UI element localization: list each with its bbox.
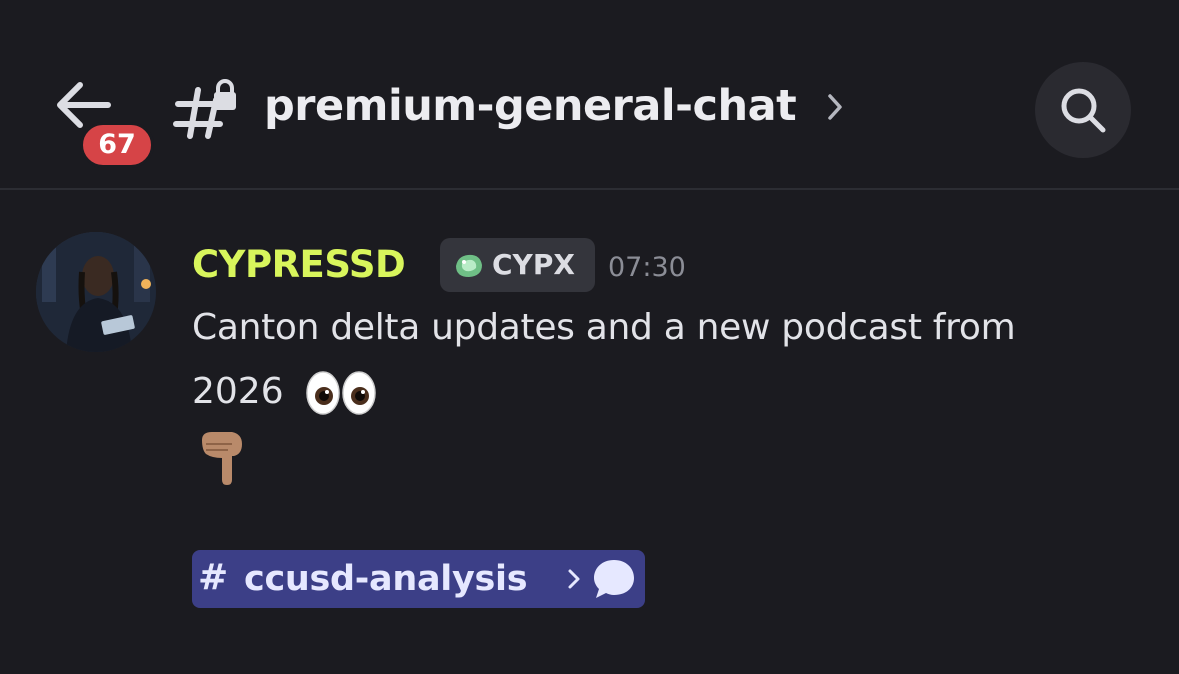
locked-hashtag-icon [173,79,236,139]
pointing-down-emoji [202,432,242,485]
server-tag[interactable]: CYPX [440,238,595,292]
server-tag-label: CYPX [492,248,575,281]
avatar-illustration [36,232,156,352]
unread-count-badge: 67 [80,122,154,168]
search-icon [1061,88,1106,133]
message-text-line-2: 2026 [192,368,379,416]
channel-header: 67 premium-general-chat [0,0,1179,190]
chevron-right-icon[interactable] [826,92,844,122]
green-gem-icon [456,254,482,277]
channel-title[interactable]: premium-general-chat [264,76,797,136]
search-button[interactable] [1035,62,1131,158]
mention-channel-name: ccusd-analysis [244,559,528,599]
message-item: CYPRESSD CYPX 07:30 Canton delta updates… [0,192,1179,674]
message-text: 2026 [192,371,284,412]
eyes-emoji [306,371,376,415]
mention-hashtag: # [198,557,229,598]
chat-bubble-icon [594,560,634,598]
message-timestamp: 07:30 [608,252,686,283]
channel-mention-link[interactable]: # ccusd-analysis [192,550,645,608]
message-text-line: Canton delta updates and a new podcast f… [192,307,1016,348]
user-avatar[interactable] [36,232,156,352]
chevron-right-icon [568,569,580,589]
username[interactable]: CYPRESSD [192,242,406,288]
